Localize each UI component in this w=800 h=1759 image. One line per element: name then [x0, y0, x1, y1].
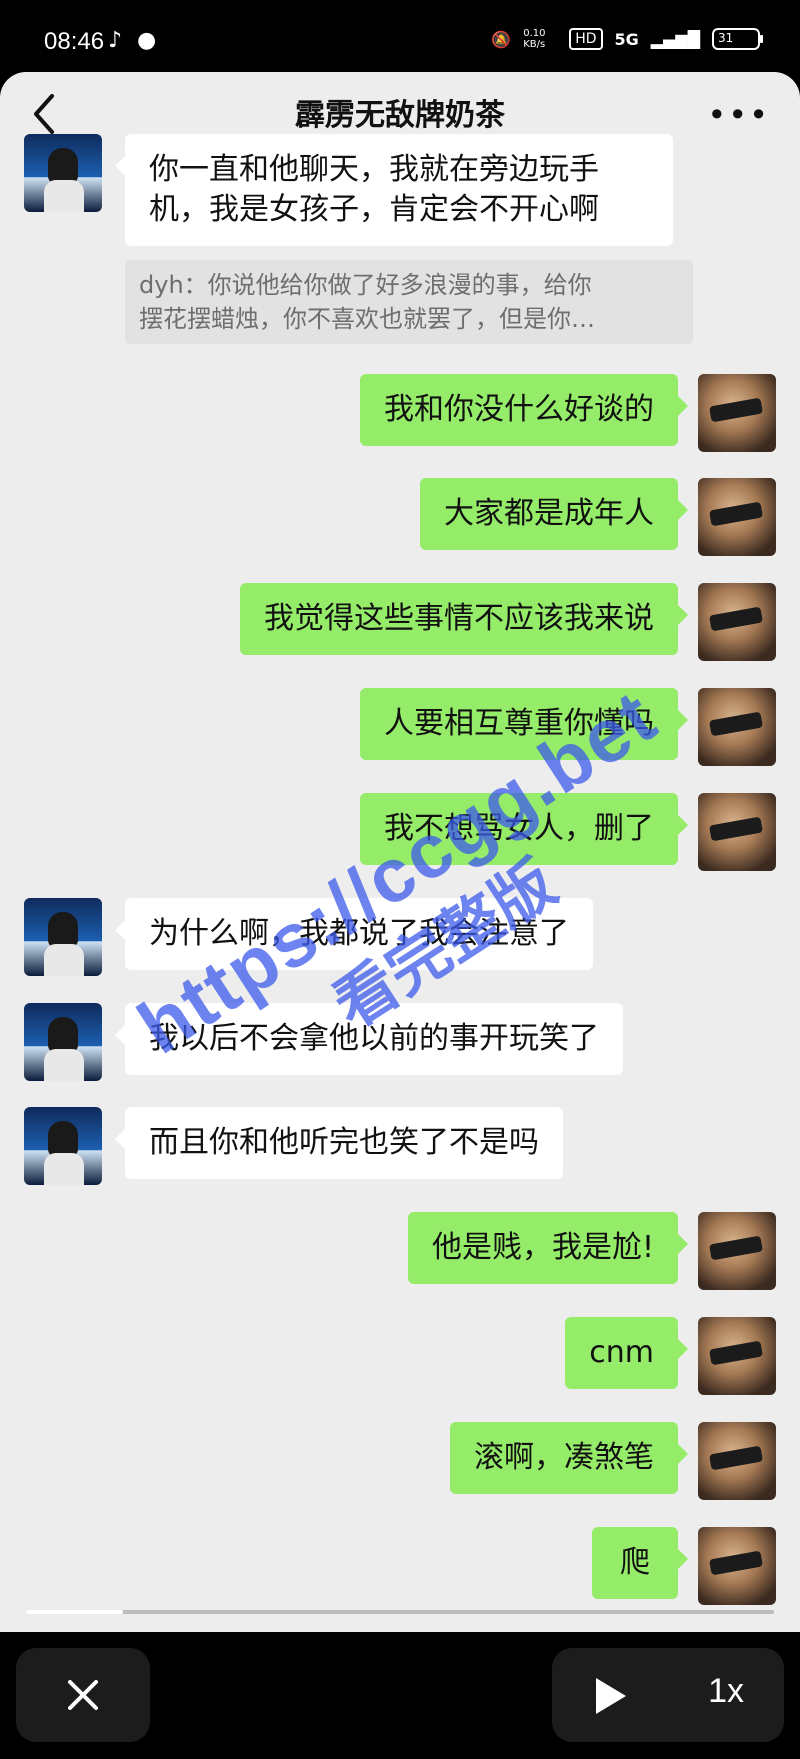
contact-avatar[interactable] — [24, 1003, 102, 1081]
video-progress-fill — [26, 1610, 124, 1614]
message-bubble-sent: 滚啊，凑煞笔 — [450, 1422, 688, 1494]
video-progress-bar[interactable] — [26, 1610, 774, 1614]
quoted-message[interactable]: dyh：你说他给你做了好多浪漫的事，给你 摆花摆蜡烛，你不喜欢也就罢了，但是你… — [125, 260, 693, 344]
close-button[interactable] — [16, 1648, 150, 1742]
my-avatar[interactable] — [698, 583, 776, 661]
contact-avatar[interactable] — [24, 1107, 102, 1185]
mute-icon: 🔕 — [491, 29, 512, 49]
message-line: 机，我是女孩子，肯定会不开心啊 — [149, 192, 599, 227]
message-bubble-sent: 我不想骂女人，删了 — [360, 793, 688, 865]
quote-line: dyh：你说他给你做了好多浪漫的事，给你 — [139, 271, 592, 299]
player-controls: 1x — [0, 1632, 800, 1759]
my-avatar[interactable] — [698, 374, 776, 452]
contact-avatar[interactable] — [24, 898, 102, 976]
message-bubble-sent: 爬 — [592, 1527, 688, 1599]
net-speed: 0.10 KB/s — [523, 28, 546, 50]
message-bubble-received: 为什么啊，我都说了我会注意了 — [115, 898, 593, 970]
status-time: 08:46 — [44, 28, 105, 55]
message-bubble-sent: 人要相互尊重你懂吗 — [360, 688, 688, 760]
message-bubble-sent: 我觉得这些事情不应该我来说 — [240, 583, 688, 655]
notification-icons: ♪ ● — [108, 28, 156, 53]
network-type: 5G — [614, 29, 639, 49]
playback-group: 1x — [552, 1648, 784, 1742]
close-icon — [68, 1680, 98, 1710]
message-bubble-received: 我以后不会拿他以前的事开玩笑了 — [115, 1003, 623, 1075]
battery-level: 31 — [718, 31, 734, 45]
message-bubble-sent: cnm — [565, 1317, 688, 1389]
quote-line: 摆花摆蜡烛，你不喜欢也就罢了，但是你… — [139, 305, 595, 333]
chat-screen: 霹雳无敌牌奶茶 ••• 你一直和他聊天，我就在旁边玩手 机，我是女孩子，肯定会不… — [0, 72, 800, 1632]
signal-icon: ▂▄▆█ — [650, 29, 700, 49]
hd-badge: HD — [569, 28, 603, 50]
message-bubble-received: 而且你和他听完也笑了不是吗 — [115, 1107, 563, 1179]
my-avatar[interactable] — [698, 1212, 776, 1290]
status-right-icons: 🔕 0.10 KB/s HD 5G ▂▄▆█ 31 — [491, 28, 763, 50]
contact-avatar[interactable] — [24, 134, 102, 212]
my-avatar[interactable] — [698, 1422, 776, 1500]
message-line: 你一直和他聊天，我就在旁边玩手 — [149, 152, 599, 187]
message-bubble-sent: 大家都是成年人 — [420, 478, 688, 550]
message-bubble-sent: 我和你没什么好谈的 — [360, 374, 688, 446]
my-avatar[interactable] — [698, 1317, 776, 1395]
tiktok-icon: ♪ — [108, 28, 123, 53]
speed-button[interactable]: 1x — [708, 1672, 744, 1711]
my-avatar[interactable] — [698, 1527, 776, 1605]
my-avatar[interactable] — [698, 688, 776, 766]
qq-icon: ● — [137, 28, 157, 53]
message-bubble-received: 你一直和他聊天，我就在旁边玩手 机，我是女孩子，肯定会不开心啊 — [115, 134, 673, 246]
play-icon[interactable] — [596, 1678, 626, 1714]
my-avatar[interactable] — [698, 793, 776, 871]
more-dots-icon[interactable]: ••• — [707, 96, 770, 134]
battery-icon: 31 — [712, 28, 763, 50]
chat-title: 霹雳无敌牌奶茶 — [295, 98, 505, 133]
my-avatar[interactable] — [698, 478, 776, 556]
message-bubble-sent: 他是贱，我是尬! — [407, 1212, 689, 1284]
